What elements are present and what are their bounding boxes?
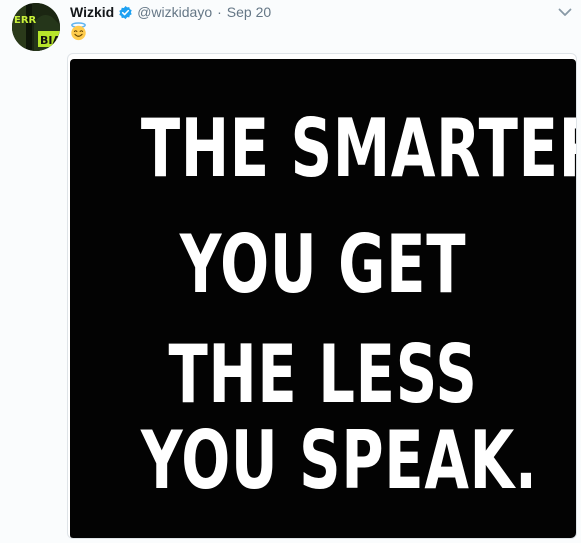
tweet-card[interactable]: ERR BIA Wizkid @wizkidayo · Sep 20 THE S… bbox=[0, 0, 581, 543]
chevron-down-icon[interactable] bbox=[557, 4, 573, 20]
quote-line-4: YOU SPEAK. bbox=[140, 414, 538, 507]
quote-line-2: YOU GET bbox=[179, 218, 467, 311]
timestamp[interactable]: Sep 20 bbox=[227, 2, 271, 22]
tweet-media[interactable]: THE SMARTER YOU GET THE LESS YOU SPEAK. bbox=[67, 53, 577, 539]
avatar-text-bottom: BIA bbox=[40, 34, 60, 47]
avatar[interactable]: ERR BIA bbox=[12, 3, 60, 51]
tweet-header: Wizkid @wizkidayo · Sep 20 bbox=[70, 2, 271, 22]
verified-badge-icon bbox=[118, 5, 133, 20]
avatar-image: ERR BIA bbox=[12, 3, 60, 51]
halo-emoji-icon bbox=[69, 22, 88, 41]
display-name[interactable]: Wizkid bbox=[70, 2, 114, 22]
avatar-text-top: ERR bbox=[14, 15, 37, 26]
quote-line-3: THE LESS bbox=[168, 328, 478, 421]
handle[interactable]: @wizkidayo bbox=[137, 2, 212, 22]
quote-line-1: THE SMARTER bbox=[140, 102, 577, 195]
quote-image: THE SMARTER YOU GET THE LESS YOU SPEAK. bbox=[70, 59, 577, 538]
separator-dot: · bbox=[217, 4, 222, 20]
